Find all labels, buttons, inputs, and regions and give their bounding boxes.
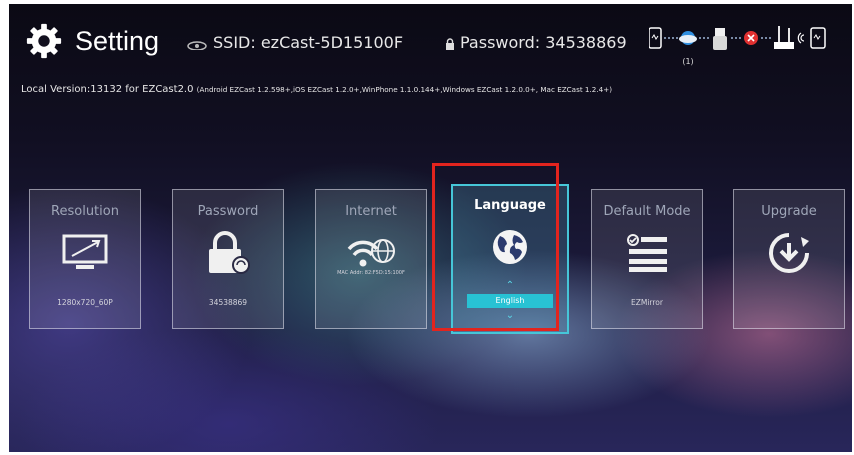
tile-label: Internet <box>345 204 397 219</box>
version-clients: (Android EZCast 1.2.598+,iOS EZCast 1.2.… <box>196 85 613 94</box>
tile-label: Upgrade <box>761 204 817 219</box>
password-text: Password: 34538869 <box>460 33 627 52</box>
tile-internet[interactable]: Internet MAC Addr: 82:F5D:15:100F <box>315 189 427 329</box>
tile-resolution[interactable]: Resolution 1280x720_60P <box>29 189 141 329</box>
monitor-small-icon <box>810 27 826 49</box>
tile-value: 34538869 <box>208 298 248 307</box>
tile-label: Default Mode <box>603 204 691 219</box>
disconnected-icon <box>744 31 758 45</box>
gear-icon <box>26 23 62 59</box>
connection-count: (1) <box>682 57 693 66</box>
upgrade-icon <box>769 233 809 273</box>
monitor-icon <box>62 234 108 269</box>
version-info: Local Version:13132 for EZCast2.0 (Andro… <box>21 84 612 95</box>
page-title: Setting <box>75 26 160 56</box>
tile-label: Resolution <box>51 204 119 219</box>
tv-screen: Setting SSID: ezCast-5D15100F Password: … <box>9 4 852 452</box>
phone-icon <box>649 27 662 49</box>
router-icon <box>774 26 794 49</box>
wifi-icon <box>187 40 207 50</box>
tile-label: Password <box>197 204 259 219</box>
tile-default-mode[interactable]: Default Mode EZMirror <box>591 189 703 329</box>
selection-highlight-frame <box>432 163 559 331</box>
tile-password[interactable]: Password 34538869 <box>172 189 284 329</box>
ssid-info: SSID: ezCast-5D15100F <box>187 33 403 52</box>
tile-upgrade[interactable]: Upgrade <box>733 189 845 329</box>
cloud-connected-icon <box>679 31 697 45</box>
version-main: Local Version:13132 for EZCast2.0 <box>21 84 194 95</box>
top-bar: Setting SSID: ezCast-5D15100F Password: … <box>9 4 852 95</box>
list-check-icon <box>627 234 667 272</box>
lock-small-icon <box>446 37 454 50</box>
tile-value: 1280x720_60P <box>57 298 113 307</box>
dongle-icon <box>713 28 727 50</box>
tile-value: EZMirror <box>631 298 663 307</box>
password-info: Password: 34538869 <box>445 33 627 52</box>
lock-icon <box>209 231 250 274</box>
ssid-text: SSID: ezCast-5D15100F <box>213 33 404 52</box>
connection-status: (1) <box>649 26 826 66</box>
wifi-globe-icon <box>347 239 395 267</box>
tile-value: MAC Addr: 82:F5D:15:100F <box>337 270 405 276</box>
